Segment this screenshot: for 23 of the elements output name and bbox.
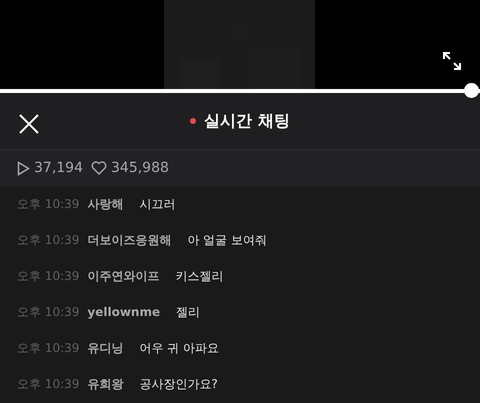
message-text: 키스젤리 xyxy=(175,268,224,285)
message-text: 공사장인가요? xyxy=(139,376,218,393)
message-time: 오후 10:39 xyxy=(17,268,80,285)
message-time: 오후 10:39 xyxy=(17,196,80,213)
username: 유희왕 xyxy=(87,376,124,393)
chat-title: 실시간 채팅 xyxy=(204,110,290,132)
username: 더보이즈응원해 xyxy=(87,232,172,249)
message-time: 오후 10:39 xyxy=(17,376,80,393)
heart-icon xyxy=(91,161,107,175)
message-time: 오후 10:39 xyxy=(17,340,80,357)
play-icon xyxy=(17,160,30,176)
like-count: 345,988 xyxy=(111,158,169,178)
username: yellownme xyxy=(87,304,160,321)
message-time: 오후 10:39 xyxy=(17,232,80,249)
message-text: 젤리 xyxy=(176,304,200,321)
username: 사랑해 xyxy=(87,196,124,213)
message-text: 시끄러 xyxy=(139,196,176,213)
username: 유디닝 xyxy=(87,340,124,357)
message-text: 아 얼굴 보여줘 xyxy=(187,232,268,249)
play-count: 37,194 xyxy=(34,158,83,178)
username: 이주연와이프 xyxy=(87,268,160,285)
message-time: 오후 10:39 xyxy=(17,304,80,321)
message-text: 어우 귀 아파요 xyxy=(139,340,220,357)
